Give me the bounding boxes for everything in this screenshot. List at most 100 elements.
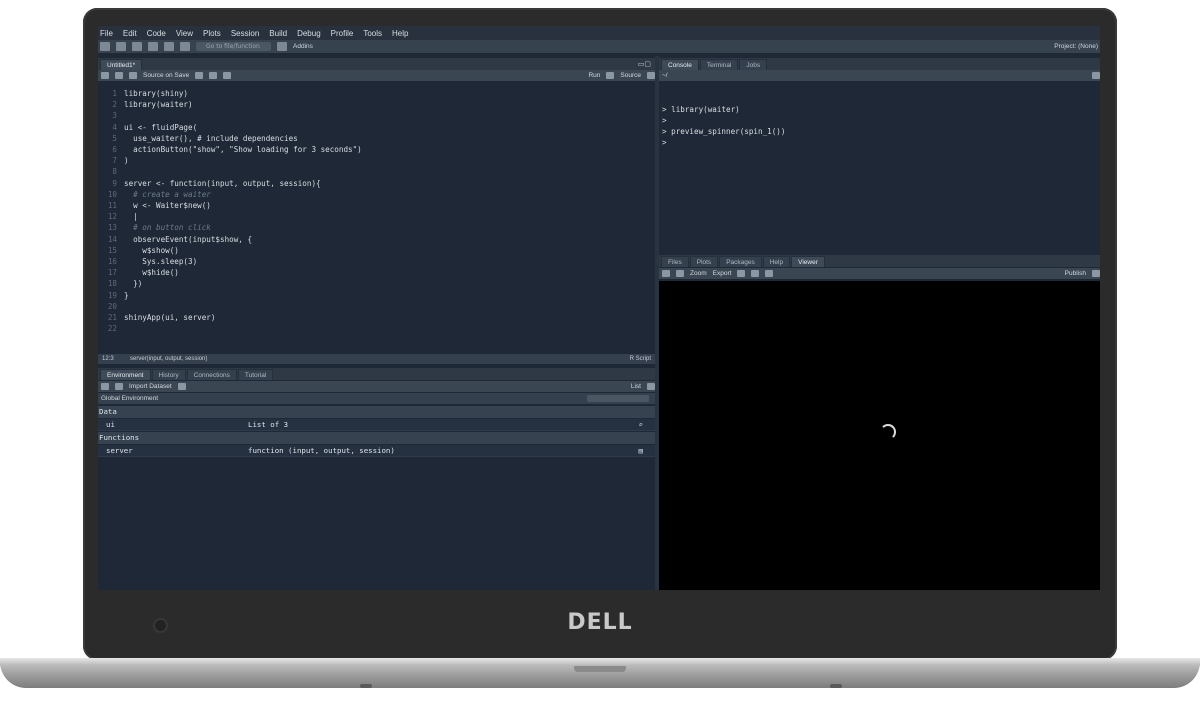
menu-profile[interactable]: Profile bbox=[331, 29, 354, 38]
show-in-window-icon[interactable] bbox=[115, 72, 123, 79]
code-line[interactable]: 21 shinyApp(ui, server) bbox=[98, 312, 655, 323]
remove-viewer-icon[interactable] bbox=[737, 270, 746, 277]
zoom-button[interactable]: Zoom bbox=[690, 270, 707, 277]
code-line[interactable]: 2 library(waiter) bbox=[98, 99, 655, 110]
environment-scope-select[interactable]: Global Environment bbox=[101, 395, 158, 402]
tab-environment[interactable]: Environment bbox=[100, 369, 151, 380]
scope-indicator[interactable]: server(input, output, session) bbox=[130, 354, 207, 364]
view-mode-select[interactable]: List bbox=[631, 383, 641, 390]
clear-console-icon[interactable] bbox=[1092, 72, 1100, 79]
working-directory[interactable]: ~/ bbox=[662, 72, 668, 79]
goto-file-input[interactable]: Go to file/function bbox=[196, 42, 271, 51]
line-number: 20 bbox=[107, 301, 117, 311]
tab-files[interactable]: Files bbox=[661, 256, 689, 267]
code-line[interactable]: 3 bbox=[98, 110, 655, 121]
forward-icon[interactable] bbox=[676, 270, 684, 277]
code-line[interactable]: 12 | bbox=[98, 211, 655, 222]
tab-viewer[interactable]: Viewer bbox=[791, 256, 825, 267]
broom-icon[interactable] bbox=[177, 383, 186, 390]
save-file-icon[interactable] bbox=[129, 72, 137, 79]
code-line[interactable]: 15 w$show() bbox=[98, 245, 655, 256]
broom-icon[interactable] bbox=[751, 270, 760, 277]
code-line[interactable]: 7) bbox=[98, 155, 655, 166]
code-line[interactable]: 14 observeEvent(input$show, { bbox=[98, 234, 655, 245]
code-line[interactable]: 20 bbox=[98, 301, 655, 312]
back-arrow-icon[interactable] bbox=[101, 72, 109, 79]
magnify-icon[interactable]: ⌕ bbox=[639, 419, 643, 431]
code-line[interactable]: 4 ui <- fluidPage( bbox=[98, 122, 655, 133]
menu-help[interactable]: Help bbox=[392, 29, 408, 38]
code-line[interactable]: 18 }) bbox=[98, 278, 655, 289]
tab-help[interactable]: Help bbox=[762, 256, 791, 267]
code-line[interactable]: 16 Sys.sleep(3) bbox=[98, 256, 655, 267]
tab-plots[interactable]: Plots bbox=[689, 256, 719, 267]
tab-console[interactable]: Console bbox=[661, 59, 699, 70]
menu-build[interactable]: Build bbox=[269, 29, 287, 38]
back-icon[interactable] bbox=[662, 270, 670, 277]
code-line[interactable]: 6 actionButton("show", "Show loading for… bbox=[98, 144, 655, 155]
save-icon[interactable] bbox=[148, 42, 158, 51]
tab-jobs[interactable]: Jobs bbox=[739, 59, 768, 70]
env-search-input[interactable] bbox=[587, 395, 649, 402]
tab-terminal[interactable]: Terminal bbox=[699, 59, 739, 70]
table-row[interactable]: server function (input, output, session)… bbox=[98, 445, 655, 457]
loading-spinner-icon bbox=[880, 424, 896, 440]
source-button[interactable]: Source bbox=[620, 72, 641, 79]
code-line[interactable]: 8 bbox=[98, 166, 655, 177]
menu-debug[interactable]: Debug bbox=[297, 29, 321, 38]
run-button[interactable]: Run bbox=[588, 72, 600, 79]
menu-plots[interactable]: Plots bbox=[203, 29, 221, 38]
addins-menu[interactable]: Addins bbox=[293, 43, 313, 50]
source-tabbar: Untitled1* ▭▢ bbox=[98, 58, 655, 70]
code-line[interactable]: 19} bbox=[98, 290, 655, 301]
code-editor[interactable]: 1 library(shiny) 2 library(waiter) 3 4 ui <- f… bbox=[98, 86, 655, 354]
code-text: library(waiter) bbox=[124, 100, 193, 110]
save-all-icon[interactable] bbox=[164, 42, 174, 51]
project-menu[interactable]: Project: (None) bbox=[1054, 43, 1098, 50]
file-type-indicator[interactable]: R Script bbox=[630, 354, 651, 364]
save-workspace-icon[interactable] bbox=[115, 383, 123, 390]
menu-view[interactable]: View bbox=[176, 29, 193, 38]
refresh-icon[interactable] bbox=[647, 383, 655, 390]
tab-history[interactable]: History bbox=[151, 369, 186, 380]
load-workspace-icon[interactable] bbox=[101, 383, 109, 390]
rerun-icon[interactable] bbox=[606, 72, 615, 79]
tab-untitled1[interactable]: Untitled1* bbox=[100, 59, 143, 70]
menu-file[interactable]: File bbox=[100, 29, 113, 38]
tab-packages[interactable]: Packages bbox=[719, 256, 762, 267]
code-line[interactable]: 1 library(shiny) bbox=[98, 88, 655, 99]
menu-edit[interactable]: Edit bbox=[123, 29, 137, 38]
view-source-icon[interactable]: ▤ bbox=[639, 445, 643, 457]
code-line[interactable]: 13 # on button click bbox=[98, 222, 655, 233]
refresh-icon[interactable] bbox=[1092, 270, 1100, 277]
maximize-icon[interactable]: ▭▢ bbox=[638, 60, 651, 68]
source-on-save-checkbox[interactable]: Source on Save bbox=[143, 72, 189, 79]
code-text: server <- function(input, output, sessio… bbox=[124, 178, 321, 188]
open-folder-icon[interactable] bbox=[132, 42, 142, 51]
wand-icon[interactable] bbox=[209, 72, 218, 79]
menu-code[interactable]: Code bbox=[147, 29, 166, 38]
export-button[interactable]: Export bbox=[713, 270, 732, 277]
menu-session[interactable]: Session bbox=[231, 29, 259, 38]
search-icon[interactable] bbox=[195, 72, 204, 79]
console-output[interactable]: > library(waiter) > > preview_spinner(spin… bbox=[659, 84, 1100, 252]
grid-layout-icon[interactable] bbox=[277, 42, 287, 51]
table-row[interactable]: ui List of 3 ⌕ bbox=[98, 419, 655, 431]
menu-tools[interactable]: Tools bbox=[363, 29, 382, 38]
new-window-icon[interactable] bbox=[765, 270, 774, 277]
tab-tutorial[interactable]: Tutorial bbox=[237, 369, 274, 380]
tab-connections[interactable]: Connections bbox=[186, 369, 237, 380]
code-line[interactable]: 9 server <- function(input, output, sessi… bbox=[98, 178, 655, 189]
new-project-icon[interactable] bbox=[116, 42, 126, 51]
outline-icon[interactable] bbox=[647, 72, 655, 79]
compile-report-icon[interactable] bbox=[223, 72, 232, 79]
code-line[interactable]: 5 use_waiter(), # include dependencies bbox=[98, 133, 655, 144]
new-file-icon[interactable] bbox=[100, 42, 110, 51]
code-line[interactable]: 10 # create a waiter bbox=[98, 189, 655, 200]
publish-button[interactable]: Publish bbox=[1065, 270, 1086, 277]
code-line[interactable]: 22 bbox=[98, 323, 655, 334]
code-line[interactable]: 11 w <- Waiter$new() bbox=[98, 200, 655, 211]
code-line[interactable]: 17 w$hide() bbox=[98, 267, 655, 278]
import-dataset-button[interactable]: Import Dataset bbox=[129, 383, 172, 390]
print-icon[interactable] bbox=[180, 42, 190, 51]
